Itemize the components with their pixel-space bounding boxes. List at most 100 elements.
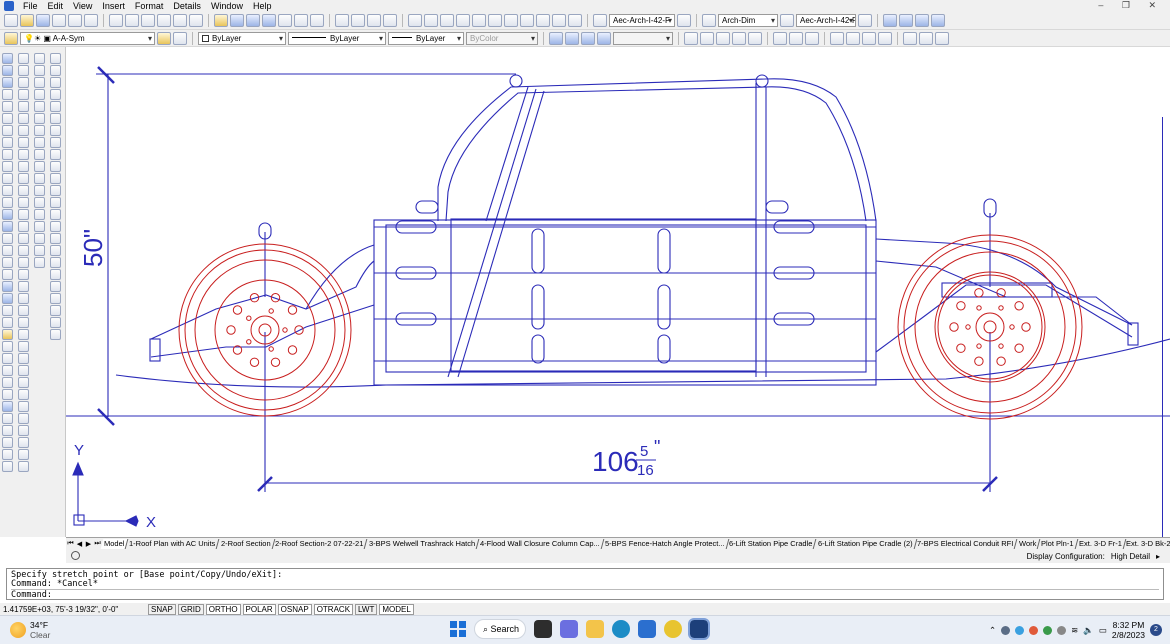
angle-icon[interactable] [367,14,381,27]
view-bottom-icon[interactable] [2,101,13,112]
plotstyle-combo[interactable]: ByColor [466,31,538,45]
region-icon[interactable] [18,329,29,340]
tolerance-icon[interactable] [552,14,566,27]
menu-file[interactable]: File [18,0,43,12]
open-icon[interactable] [20,14,34,27]
cone-icon[interactable] [2,365,13,376]
tab-first-icon[interactable]: ⏮ [66,540,75,548]
dim-radius-icon[interactable] [456,14,470,27]
line-icon[interactable] [34,53,45,64]
snap-perpendicular-icon[interactable] [830,31,844,45]
tab-next-icon[interactable]: ▶ [84,540,93,548]
snap-insert-icon[interactable] [862,31,876,45]
insert-icon[interactable] [34,185,45,196]
area-icon[interactable] [383,14,397,27]
calculator-icon[interactable] [310,14,324,27]
snap-quadrant-icon[interactable] [789,31,803,45]
revcloud-icon[interactable] [34,137,45,148]
pan-icon[interactable] [214,14,228,27]
layout-tab[interactable]: Plot Pln-1 [1037,538,1078,549]
redo-icon[interactable] [189,14,203,27]
new-icon[interactable] [4,14,18,27]
construction-line-icon[interactable] [34,65,45,76]
model-toggle[interactable]: MODEL [379,603,414,615]
lwt-toggle[interactable]: LWT [355,603,378,615]
ucs-world-icon[interactable] [2,221,13,232]
text-style-icon[interactable] [593,14,607,27]
rectangle-icon[interactable] [34,101,45,112]
dim-diameter-icon[interactable] [472,14,486,27]
block-icon[interactable] [34,197,45,208]
intersect-icon[interactable] [18,77,29,88]
shade-icon[interactable] [2,281,13,292]
tray-chevron-icon[interactable]: ⌃ [989,625,996,636]
print-icon[interactable] [52,14,66,27]
command-window[interactable]: Specify stretch point or [Base point/Cop… [6,568,1164,600]
tool-palettes-icon[interactable] [262,14,276,27]
check-icon[interactable] [18,257,29,268]
view-nw-icon[interactable] [2,197,13,208]
slice-icon[interactable] [2,425,13,436]
mail-icon[interactable] [638,620,656,638]
snap-endpoint-icon[interactable] [684,31,698,45]
circle-icon[interactable] [34,125,45,136]
union-icon[interactable] [18,53,29,64]
ucs-object-icon[interactable] [2,233,13,244]
teams-chat-icon[interactable] [560,620,578,638]
dim-style-icon[interactable] [677,14,691,27]
multileader-icon[interactable] [780,14,794,27]
properties-icon[interactable] [230,14,244,27]
break-icon[interactable] [50,185,61,196]
extend-icon[interactable] [50,173,61,184]
layout-tab[interactable]: 1-Roof Plan with AC Units [126,538,221,549]
separate-icon[interactable] [18,233,29,244]
dim-aligned-icon[interactable] [424,14,438,27]
snap-none-icon[interactable] [919,31,933,45]
tray-app-icon-3[interactable] [1043,625,1053,635]
mtext-icon[interactable] [18,353,29,364]
ucs-face-icon[interactable] [2,245,13,256]
snap-nearest-icon[interactable] [903,31,917,45]
zoom-all-icon[interactable] [18,449,29,460]
aec-1-icon[interactable] [549,31,563,45]
menu-format[interactable]: Format [130,0,169,12]
clean-icon[interactable] [18,221,29,232]
linetype-combo[interactable]: ByLayer [288,31,386,45]
arc-icon[interactable] [34,113,45,124]
ddedit-icon[interactable] [50,305,61,316]
view-front-icon[interactable] [2,137,13,148]
delete-face-icon[interactable] [18,125,29,136]
section-icon[interactable] [2,437,13,448]
point-icon[interactable] [18,293,29,304]
polygon-icon[interactable] [34,89,45,100]
menu-edit[interactable]: Edit [43,0,69,12]
table-style-icon[interactable] [858,14,872,27]
rotate-face-icon[interactable] [18,137,29,148]
extrude-icon[interactable] [2,401,13,412]
otrack-toggle[interactable]: OTRACK [313,603,354,615]
layer-manager-icon[interactable] [4,31,18,45]
view-ne-icon[interactable] [2,185,13,196]
window-controls[interactable]: – ❐ ✕ [1098,0,1164,11]
paste-icon[interactable] [141,14,155,27]
layer-previous-icon[interactable] [173,31,187,45]
modify-copy-icon[interactable] [50,65,61,76]
dim-angular-icon[interactable] [488,14,502,27]
dim-continue-icon[interactable] [520,14,534,27]
preview-icon[interactable] [68,14,82,27]
ellipse-icon[interactable] [34,161,45,172]
clock[interactable]: 8:32 PM 2/8/2023 [1112,620,1145,640]
copy-icon[interactable] [125,14,139,27]
torus-icon[interactable] [2,389,13,400]
brush-icon[interactable] [50,293,61,304]
taper-face-icon[interactable] [18,149,29,160]
aec-4-icon[interactable] [597,31,611,45]
move-face-icon[interactable] [18,101,29,112]
view-se-icon[interactable] [2,173,13,184]
sheet-set-icon[interactable] [278,14,292,27]
explode-icon[interactable] [50,233,61,244]
aec-3-icon[interactable] [581,31,595,45]
taskbar-search[interactable]: ⌕ Search [474,619,526,639]
lengthen-icon[interactable] [50,317,61,328]
cut-icon[interactable] [109,14,123,27]
